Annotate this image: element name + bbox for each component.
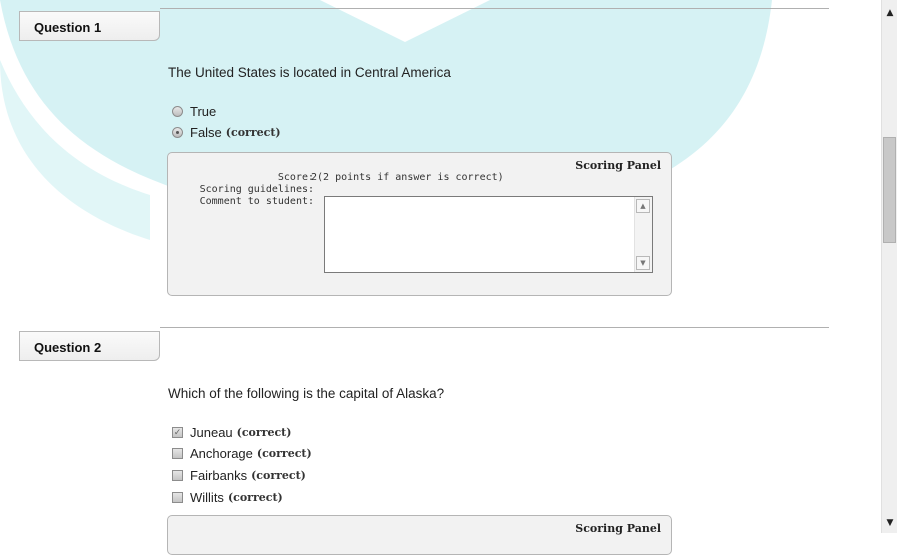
scroll-down-icon[interactable]: ▼ — [636, 256, 650, 270]
scroll-down-icon[interactable]: ▼ — [882, 515, 897, 531]
comment-label: Comment to student: — [199, 196, 314, 207]
correct-tag: (correct) — [251, 469, 306, 482]
page-scrollbar[interactable]: ▲ ▼ — [881, 0, 897, 533]
score-value: 2(2 points if answer is correct) — [311, 172, 504, 183]
option-label: False — [190, 125, 222, 140]
question-1-option-false[interactable]: False (correct) — [172, 125, 281, 140]
score-label: Score: — [277, 172, 314, 183]
question-1-option-true[interactable]: True — [172, 104, 216, 119]
option-label: Anchorage — [190, 446, 253, 461]
scroll-up-icon[interactable]: ▲ — [882, 5, 897, 21]
scoring-panel-title: Scoring Panel — [575, 159, 661, 172]
question-2-option-anchorage[interactable]: Anchorage (correct) — [172, 446, 312, 461]
question-1-title: Question 1 — [34, 20, 102, 35]
radio-button[interactable] — [172, 106, 183, 117]
divider — [160, 327, 829, 328]
question-1-header: Question 1 — [19, 11, 160, 41]
question-1-text: The United States is located in Central … — [168, 65, 451, 80]
question-2-option-willits[interactable]: Willits (correct) — [172, 490, 283, 505]
question-2-option-fairbanks[interactable]: Fairbanks (correct) — [172, 468, 306, 483]
scoring-panel-title: Scoring Panel — [575, 522, 661, 535]
correct-tag: (correct) — [225, 126, 281, 139]
guidelines-label: Scoring guidelines: — [199, 184, 314, 195]
correct-tag: (correct) — [236, 426, 292, 439]
scoring-panel: Scoring Panel — [167, 515, 672, 555]
checkbox[interactable] — [172, 492, 183, 503]
radio-button-selected[interactable] — [172, 127, 183, 138]
checkbox-checked[interactable]: ✓ — [172, 427, 183, 438]
option-label: Fairbanks — [190, 468, 248, 483]
scrollbar-thumb[interactable] — [883, 137, 896, 243]
checkbox[interactable] — [172, 448, 183, 459]
comment-textarea[interactable]: ▲ ▼ — [324, 196, 653, 273]
question-2-title: Question 2 — [34, 340, 102, 355]
review-content: Question 1 The United States is located … — [0, 0, 881, 555]
option-label: Willits — [190, 490, 224, 505]
question-2-text: Which of the following is the capital of… — [168, 386, 445, 401]
scoring-panel: Scoring Panel Score: 2(2 points if answe… — [167, 152, 672, 296]
correct-tag: (correct) — [256, 447, 312, 460]
textarea-scrollbar[interactable]: ▲ ▼ — [634, 197, 652, 272]
option-label: Juneau — [190, 425, 233, 440]
correct-tag: (correct) — [227, 491, 283, 504]
divider — [160, 8, 829, 9]
question-2-option-juneau[interactable]: ✓ Juneau (correct) — [172, 425, 291, 440]
option-label: True — [190, 104, 217, 119]
question-2-header: Question 2 — [19, 331, 160, 361]
scroll-up-icon[interactable]: ▲ — [636, 199, 650, 213]
checkbox[interactable] — [172, 470, 183, 481]
